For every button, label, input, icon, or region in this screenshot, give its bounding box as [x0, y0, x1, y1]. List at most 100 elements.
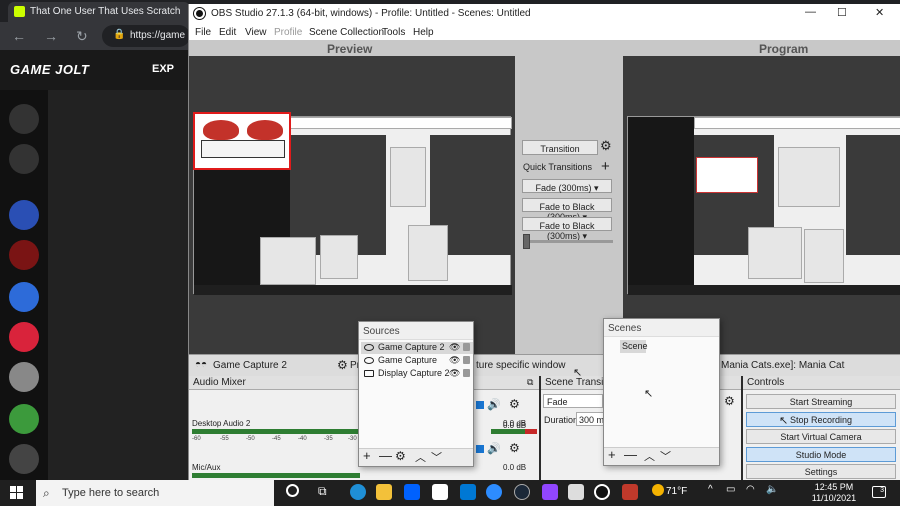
source-item[interactable]: Display Capture 2 👁: [361, 368, 473, 380]
preview-canvas[interactable]: [189, 56, 515, 354]
menu-tools[interactable]: Tools: [382, 27, 405, 38]
audio-track-name: Desktop Audio 2: [192, 419, 251, 428]
quick-transition-button[interactable]: Fade to Black (300ms) ▾: [522, 198, 612, 222]
close-icon[interactable]: ✕: [875, 6, 884, 19]
volume-meter: [192, 473, 360, 478]
display-capture-icon: [364, 370, 374, 377]
transition-select[interactable]: Fade: [543, 394, 603, 408]
scene-item[interactable]: Scene: [620, 340, 648, 353]
cortana-icon[interactable]: [286, 484, 299, 497]
obs-taskbar-icon[interactable]: [594, 484, 610, 500]
move-down-icon[interactable]: ﹀: [660, 448, 671, 464]
network-icon[interactable]: ▭: [726, 484, 735, 495]
back-arrow-icon[interactable]: ←: [12, 28, 26, 44]
capture-mode-dropdown[interactable]: ture specific window: [476, 360, 565, 371]
volume-slider-handle[interactable]: [476, 401, 484, 409]
gamejolt-logo[interactable]: GAME JOLT: [10, 62, 89, 77]
dropbox-icon[interactable]: [404, 484, 420, 500]
visibility-eye-icon[interactable]: 👁: [449, 355, 460, 366]
edge-icon[interactable]: [350, 484, 366, 500]
browser-tab[interactable]: That One User That Uses Scratch: [8, 2, 190, 22]
notion-icon[interactable]: [432, 484, 448, 500]
duration-input[interactable]: 300 ms: [576, 412, 606, 426]
source-item[interactable]: Game Capture 2 👁: [361, 342, 473, 354]
volume-slider-handle[interactable]: [476, 445, 484, 453]
move-up-icon[interactable]: ︿: [644, 448, 655, 464]
task-view-icon[interactable]: ⧉: [318, 484, 327, 499]
weather-temp[interactable]: 71°F: [666, 486, 687, 497]
maximize-icon[interactable]: ☐: [837, 6, 847, 19]
remove-source-icon[interactable]: —: [379, 448, 392, 463]
visibility-eye-icon[interactable]: 👁: [449, 368, 460, 379]
tray-chevron-icon[interactable]: ^: [708, 484, 713, 495]
quick-transition-button[interactable]: Fade (300ms) ▾: [522, 179, 612, 193]
community-avatar-icon[interactable]: [9, 362, 39, 392]
properties-gear-icon[interactable]: ⚙: [337, 358, 348, 372]
add-source-icon[interactable]: +: [363, 448, 371, 463]
sidebar-library-icon[interactable]: [9, 144, 39, 174]
selected-source-bounding-box[interactable]: [193, 112, 291, 170]
quick-transition-button[interactable]: Fade to Black (300ms) ▾: [522, 217, 612, 241]
transition-settings-gear-icon[interactable]: ⚙: [600, 138, 612, 154]
app-icon[interactable]: [568, 484, 584, 500]
studio-mode-button[interactable]: Studio Mode: [746, 447, 896, 462]
audio-settings-gear-icon[interactable]: ⚙: [509, 397, 520, 411]
audio-settings-gear-icon[interactable]: ⚙: [509, 441, 520, 455]
windows-start-icon[interactable]: [10, 486, 24, 500]
menu-scene-collection[interactable]: Scene Collection: [309, 27, 384, 38]
taskbar-clock[interactable]: 12:45 PM 11/10/2021: [806, 482, 862, 504]
reload-icon[interactable]: ↻: [76, 28, 88, 45]
add-scene-icon[interactable]: +: [608, 447, 616, 462]
wifi-icon[interactable]: ◠: [746, 484, 755, 495]
menu-view[interactable]: View: [245, 27, 267, 38]
app-icon[interactable]: [542, 484, 558, 500]
community-avatar-icon[interactable]: [9, 444, 39, 474]
transition-button[interactable]: Transition: [522, 140, 598, 155]
taskbar-search-box[interactable]: ⌕ Type here to search: [36, 480, 274, 506]
menu-profile[interactable]: Profile: [274, 27, 302, 38]
menu-help[interactable]: Help: [413, 27, 434, 38]
community-avatar-icon[interactable]: [9, 240, 39, 270]
notification-center-icon[interactable]: 3: [872, 486, 886, 498]
capture-window-dropdown[interactable]: Mania Cats.exe]: Mania Cat: [721, 360, 844, 371]
transition-properties-gear-icon[interactable]: ⚙: [724, 394, 735, 408]
t-bar-handle[interactable]: [523, 234, 530, 249]
move-down-icon[interactable]: ﹀: [431, 449, 442, 465]
lock-icon[interactable]: [463, 356, 470, 364]
community-avatar-icon[interactable]: [9, 282, 39, 312]
minimize-icon[interactable]: —: [805, 6, 816, 18]
mail-icon[interactable]: [460, 484, 476, 500]
file-explorer-icon[interactable]: [376, 484, 392, 500]
lock-icon[interactable]: [463, 343, 470, 351]
sidebar-home-icon[interactable]: [9, 104, 39, 134]
community-avatar-icon[interactable]: [9, 404, 39, 434]
source-properties-gear-icon[interactable]: ⚙: [395, 449, 406, 463]
settings-button[interactable]: Settings: [746, 464, 896, 479]
add-quick-transition-icon[interactable]: +: [601, 158, 610, 175]
start-streaming-button[interactable]: Start Streaming: [746, 394, 896, 409]
lock-icon[interactable]: [463, 369, 470, 377]
community-avatar-icon[interactable]: [9, 200, 39, 230]
gamejolt-explore-link[interactable]: EXP: [152, 63, 174, 75]
nested-screen-capture: [627, 116, 900, 295]
volume-tray-icon[interactable]: 🔈: [766, 484, 778, 495]
speaker-icon[interactable]: 🔊: [487, 442, 501, 455]
quick-transitions-label: Quick Transitions: [523, 162, 593, 172]
zoom-icon[interactable]: [486, 484, 502, 500]
source-item[interactable]: Game Capture 👁: [361, 355, 473, 367]
move-up-icon[interactable]: ︿: [415, 449, 426, 465]
menu-edit[interactable]: Edit: [219, 27, 236, 38]
mouse-cursor-icon: ↖: [573, 367, 583, 379]
community-avatar-icon[interactable]: [9, 322, 39, 352]
visibility-eye-icon[interactable]: 👁: [449, 342, 460, 353]
menu-file[interactable]: File: [195, 27, 211, 38]
forward-arrow-icon[interactable]: →: [44, 28, 58, 44]
remove-scene-icon[interactable]: —: [624, 447, 637, 462]
dock-float-icon[interactable]: ⧉: [527, 377, 533, 388]
app-icon[interactable]: [622, 484, 638, 500]
start-virtual-camera-button[interactable]: Start Virtual Camera: [746, 429, 896, 444]
steam-icon[interactable]: [514, 484, 530, 500]
address-bar[interactable]: 🔒 https://game: [102, 25, 190, 47]
stop-recording-button[interactable]: Stop Recording: [746, 412, 896, 427]
speaker-icon[interactable]: 🔊: [487, 398, 501, 411]
